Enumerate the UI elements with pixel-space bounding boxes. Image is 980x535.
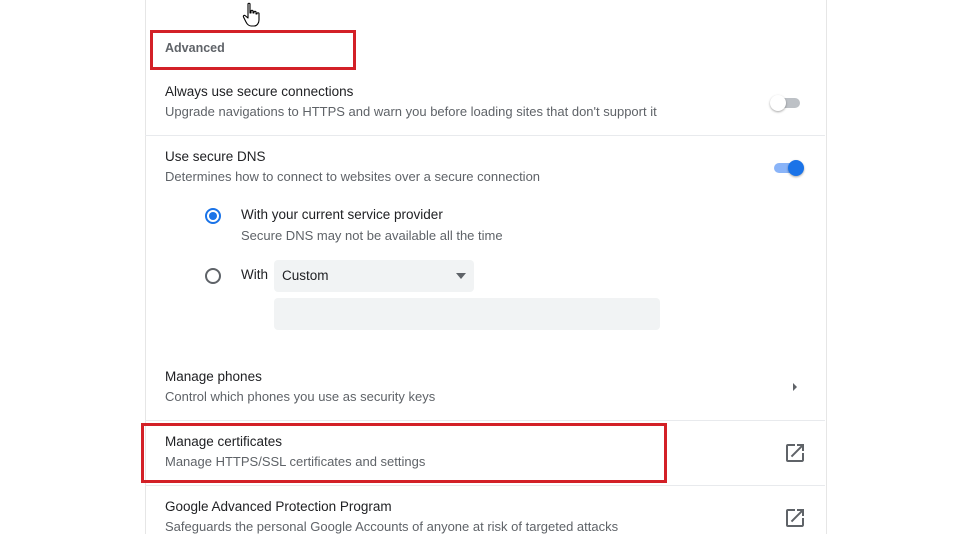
secure-connections-toggle[interactable] [770,93,804,113]
toggle-knob [788,160,804,176]
manage-phones-row[interactable]: Manage phones Control which phones you u… [165,369,435,404]
radio-current-provider[interactable] [205,208,221,224]
hand-pointer-icon [241,2,263,28]
manage-phones-title: Manage phones [165,369,262,384]
divider [145,420,825,421]
secure-connections-title: Always use secure connections [165,84,354,99]
secure-connections-description: Upgrade navigations to HTTPS and warn yo… [165,104,657,119]
dropdown-arrow-icon [456,273,466,279]
advanced-protection-row[interactable]: Google Advanced Protection Program Safeg… [165,499,618,534]
secure-dns-description: Determines how to connect to websites ov… [165,169,541,184]
current-provider-label: With your current service provider [241,207,443,222]
radio-with-custom[interactable] [205,268,221,284]
toggle-knob [770,95,786,111]
with-label: With [241,267,268,282]
open-in-new-icon[interactable] [783,441,807,465]
open-in-new-icon[interactable] [783,506,807,530]
secure-dns-toggle[interactable] [772,158,806,178]
custom-dns-input[interactable] [274,298,660,330]
current-provider-sublabel: Secure DNS may not be available all the … [241,228,503,243]
secure-connections-row[interactable]: Always use secure connections Upgrade na… [165,84,657,119]
chevron-right-icon[interactable] [783,375,807,399]
manage-phones-description: Control which phones you use as security… [165,389,436,404]
advanced-protection-title: Google Advanced Protection Program [165,499,392,514]
advanced-highlight-box [150,30,356,70]
dns-provider-dropdown-value: Custom [282,268,329,283]
secure-dns-row[interactable]: Use secure DNS Determines how to connect… [165,149,540,184]
secure-dns-title: Use secure DNS [165,149,266,164]
advanced-protection-description: Safeguards the personal Google Accounts … [165,519,619,534]
certificates-highlight-box [141,423,667,483]
divider [145,485,825,486]
dns-provider-dropdown[interactable]: Custom [274,260,474,292]
divider [145,135,825,136]
